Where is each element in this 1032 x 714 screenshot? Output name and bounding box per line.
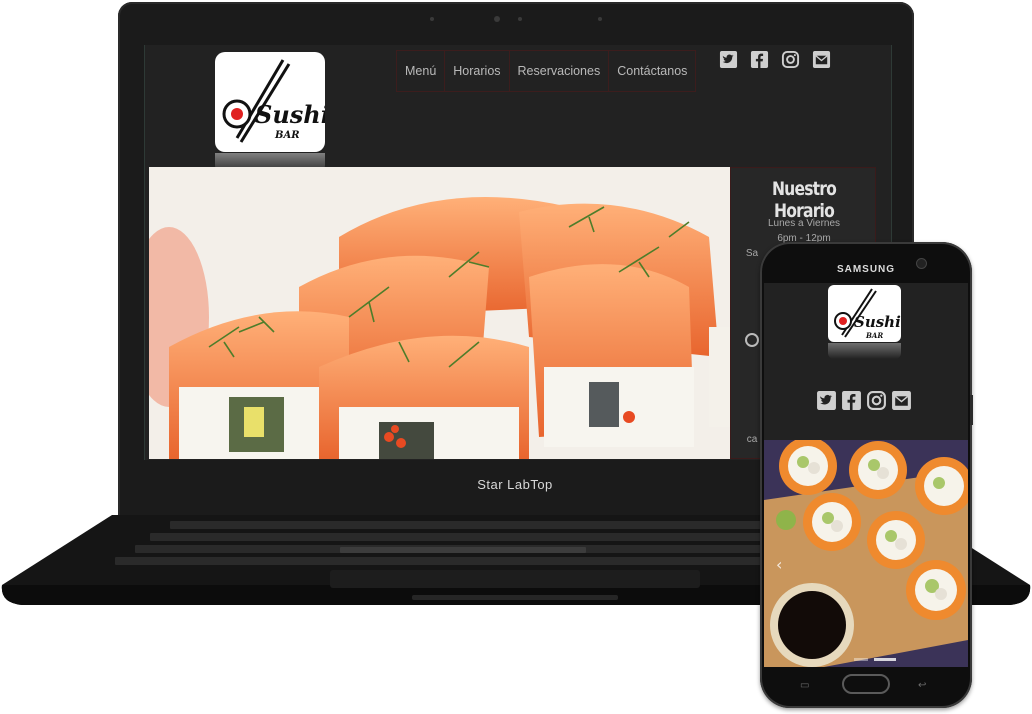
laptop-sensor <box>598 17 602 21</box>
hours-title: Nuestro Horario <box>771 178 837 222</box>
back-icon[interactable]: ↩ <box>918 680 926 691</box>
svg-text:‹: ‹ <box>776 555 782 574</box>
logo-text: Sushi <box>255 100 325 129</box>
main-nav: Menú Horarios Reservaciones Contáctanos <box>396 50 697 92</box>
phone-screen: Sushi BAR ‹ <box>764 283 968 667</box>
phone-brand: SAMSUNG <box>836 264 896 275</box>
facebook-icon[interactable] <box>841 390 862 411</box>
logo-subtext: BAR <box>275 130 300 141</box>
phone-side-button <box>970 395 973 425</box>
laptop-camera <box>494 16 500 22</box>
instagram-icon[interactable] <box>781 50 800 69</box>
logo-reflection <box>828 343 901 359</box>
nav-item-contactanos[interactable]: Contáctanos <box>608 50 697 92</box>
logo-text: Sushi <box>854 313 901 331</box>
recent-apps-icon[interactable]: ▭ <box>800 680 809 691</box>
logo-subtext: BAR <box>866 331 884 340</box>
facebook-icon[interactable] <box>750 50 769 69</box>
site-logo[interactable]: Sushi BAR <box>215 52 325 152</box>
nav-item-horarios[interactable]: Horarios <box>444 50 509 92</box>
phone-social-links <box>816 390 912 411</box>
laptop-sensor <box>430 17 434 21</box>
envelope-icon[interactable] <box>891 390 912 411</box>
envelope-icon[interactable] <box>812 50 831 69</box>
home-button[interactable] <box>842 674 890 694</box>
laptop-brand: Star LabTop <box>477 477 553 492</box>
twitter-icon[interactable] <box>816 390 837 411</box>
phone-hero-sushi-image: ‹ <box>764 440 968 667</box>
hero-sushi-image <box>149 167 730 459</box>
nav-item-menu[interactable]: Menú <box>396 50 445 92</box>
laptop-sensor <box>518 17 522 21</box>
social-links <box>719 50 831 69</box>
hours-days: Lunes a Viernes <box>767 218 841 229</box>
nav-item-reservaciones[interactable]: Reservaciones <box>508 50 609 92</box>
phone-site-logo[interactable]: Sushi BAR <box>828 285 901 342</box>
twitter-icon[interactable] <box>719 50 738 69</box>
instagram-icon[interactable] <box>866 390 887 411</box>
whatsapp-icon <box>745 333 759 347</box>
